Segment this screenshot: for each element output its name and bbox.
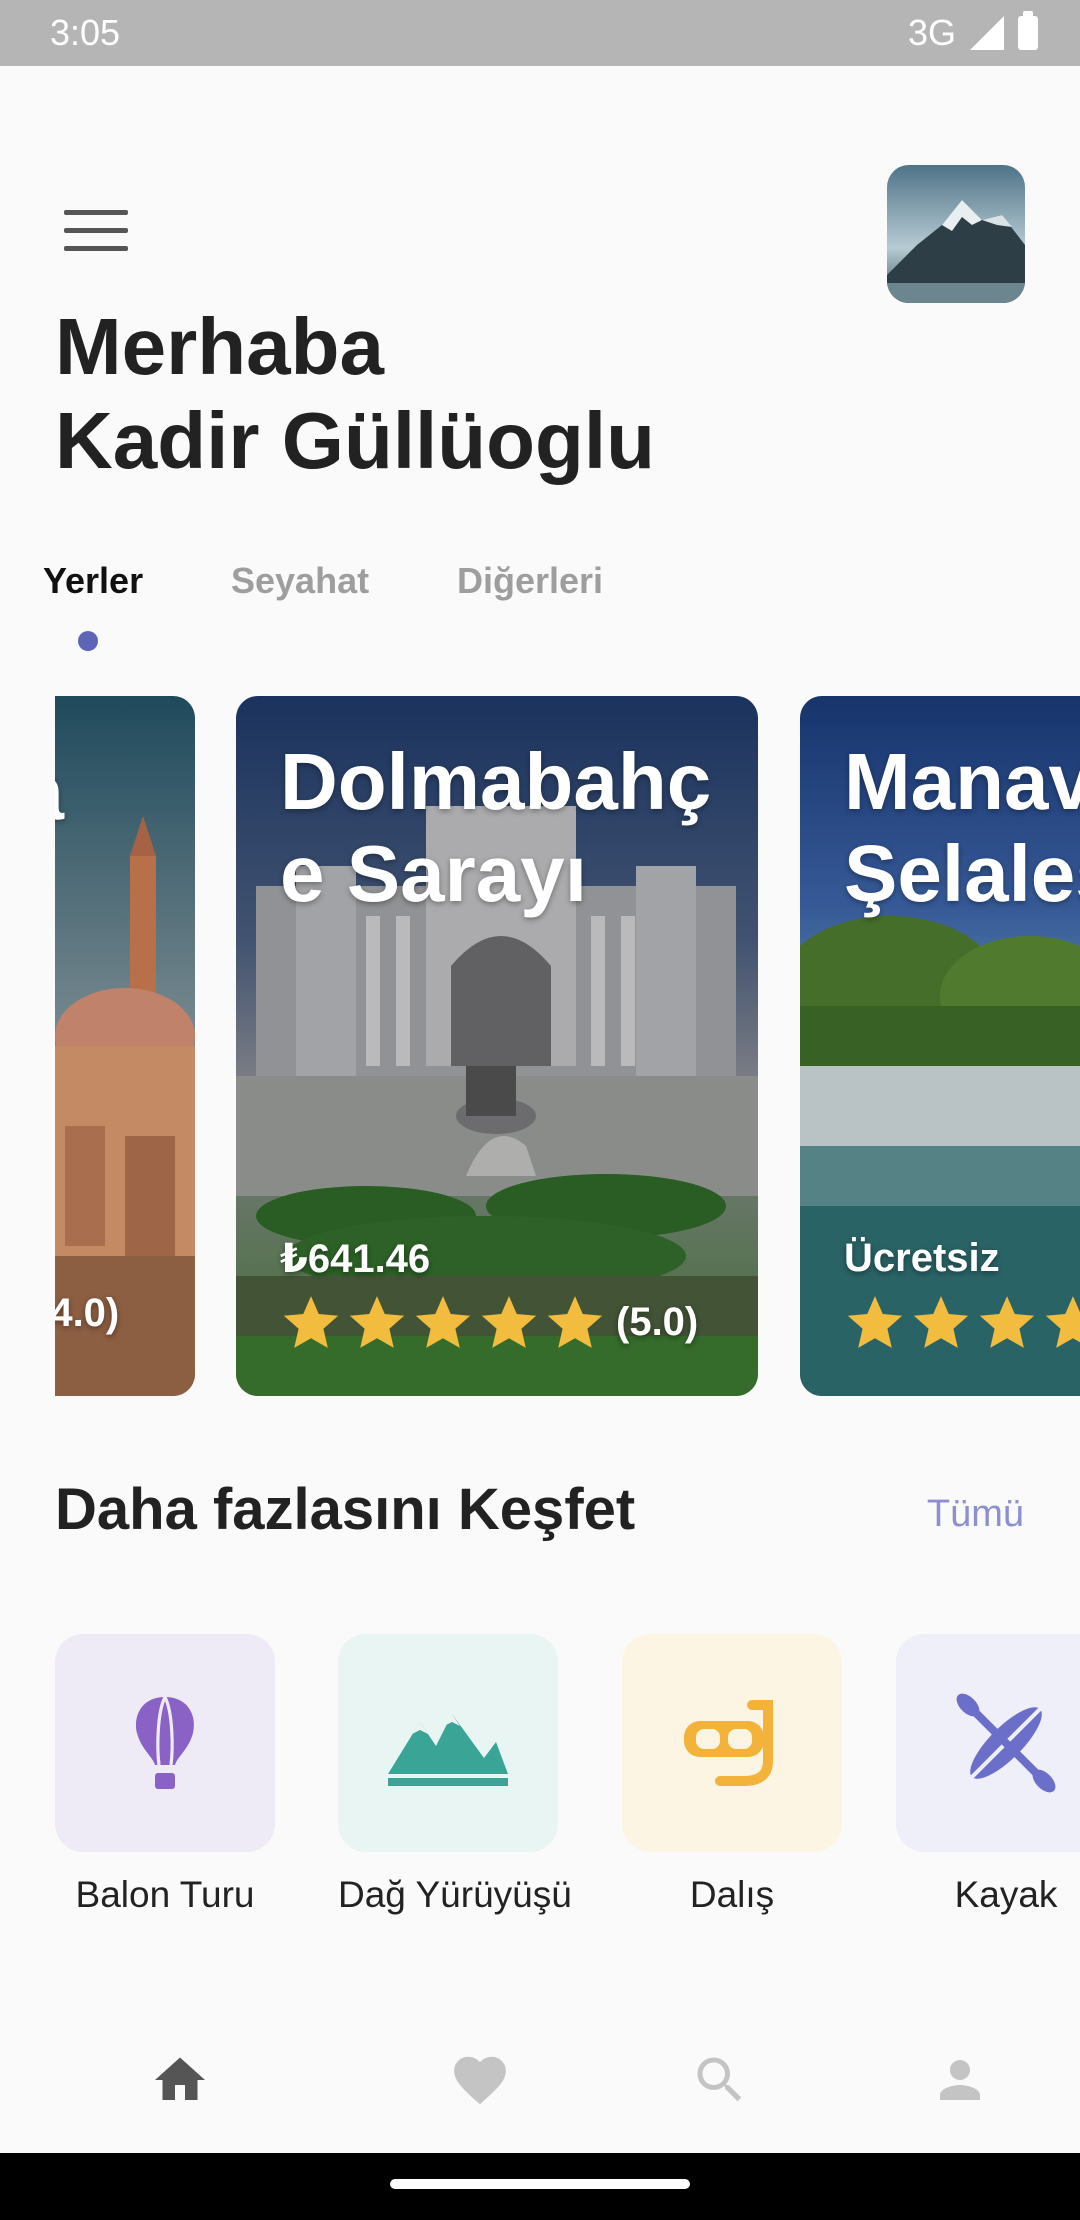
place-card-dolmabahce[interactable]: Dolmabahçe Sarayı ₺641.46 (5.0) <box>236 696 758 1396</box>
activity-tile[interactable] <box>622 1634 842 1852</box>
tab-yerler[interactable]: Yerler <box>43 560 143 602</box>
avatar-mountain-image <box>887 165 1025 303</box>
place-rating <box>844 1291 1080 1353</box>
activity-label: Kayak <box>954 1874 1058 1915</box>
battery-icon <box>1018 11 1038 50</box>
hot-air-balloon-icon <box>136 1696 194 1789</box>
explore-section-title: Daha fazlasını Keşfet <box>55 1477 636 1542</box>
tab-digerleri[interactable]: Diğerleri <box>457 560 603 602</box>
kayak-icon <box>956 1693 1056 1793</box>
place-title: Manav Şelales <box>844 737 1080 918</box>
activity-tile[interactable] <box>896 1634 1080 1852</box>
tab-seyahat[interactable]: Seyahat <box>231 560 369 602</box>
nav-profile[interactable] <box>920 2040 1000 2120</box>
greeting: Merhaba Kadir Güllüoglu <box>55 300 655 488</box>
star-icon <box>415 1296 471 1348</box>
avatar[interactable] <box>887 165 1025 303</box>
activity-tile[interactable] <box>338 1634 558 1852</box>
greeting-line-1: Merhaba <box>55 302 384 391</box>
diving-mask-icon <box>684 1700 773 1786</box>
menu-icon[interactable] <box>64 210 128 258</box>
star-icon <box>979 1296 1035 1348</box>
star-icon <box>847 1296 903 1348</box>
activity-kayak[interactable]: Kayak <box>896 1634 1080 1916</box>
star-icon <box>547 1296 603 1348</box>
place-rating: (4.0) <box>55 1291 119 1336</box>
activity-tile[interactable] <box>55 1634 275 1852</box>
activity-dalis[interactable]: Dalış <box>622 1634 842 1916</box>
place-price: ₺641.46 <box>280 1237 431 1281</box>
star-icon <box>481 1296 537 1348</box>
home-icon <box>155 2057 205 2100</box>
place-title: şa <box>55 746 195 838</box>
place-title: Dolmabahçe Sarayı <box>280 737 712 918</box>
see-all-link[interactable]: Tümü <box>927 1493 1024 1536</box>
activity-label: Dalış <box>689 1874 775 1915</box>
nav-search[interactable] <box>680 2040 760 2120</box>
network-type: 3G <box>907 12 956 53</box>
activity-label: Balon Turu <box>75 1874 255 1915</box>
bottom-navigation <box>0 2010 1080 2150</box>
place-price: Ücretsiz <box>844 1236 1000 1280</box>
rating-value: (4.0) <box>55 1291 120 1335</box>
place-card-pasa[interactable]: şa (4.0) <box>55 696 195 1396</box>
star-icon <box>349 1296 405 1348</box>
places-carousel[interactable]: şa (4.0) <box>0 696 1080 1396</box>
star-icon <box>283 1296 339 1348</box>
activity-balon-turu[interactable]: Balon Turu <box>55 1634 275 1916</box>
rating-value: (5.0) <box>616 1299 699 1344</box>
activity-list[interactable]: Balon Turu Dağ Yürüyüşü Dalış Kayak <box>0 1634 1080 1916</box>
activity-label: Dağ Yürüyüşü <box>338 1874 572 1915</box>
place-rating: (5.0) <box>280 1291 698 1353</box>
activity-dag-yuruyusu[interactable]: Dağ Yürüyüşü <box>338 1634 572 1916</box>
status-bar: 3:05 3G <box>0 0 1080 66</box>
signal-icon <box>970 16 1004 50</box>
system-navigation-bar <box>0 2153 1080 2220</box>
nav-home[interactable] <box>140 2040 220 2120</box>
heart-icon <box>454 2056 506 2105</box>
star-icon <box>913 1296 969 1348</box>
tab-indicator <box>78 631 98 651</box>
status-time: 3:05 <box>50 12 121 53</box>
search-icon <box>697 2057 742 2102</box>
place-card-manavgat[interactable]: Manav Şelales Ücretsiz <box>800 696 1080 1396</box>
home-gesture-handle[interactable] <box>390 2179 690 2189</box>
nav-favorites[interactable] <box>440 2040 520 2120</box>
mountain-icon <box>388 1714 508 1786</box>
star-icon <box>1045 1296 1080 1348</box>
status-indicators: 3G <box>907 11 1038 54</box>
person-icon <box>940 2060 980 2100</box>
category-tabs: Yerler Seyahat Diğerleri <box>0 560 1080 651</box>
user-name: Kadir Güllüoglu <box>55 396 655 485</box>
